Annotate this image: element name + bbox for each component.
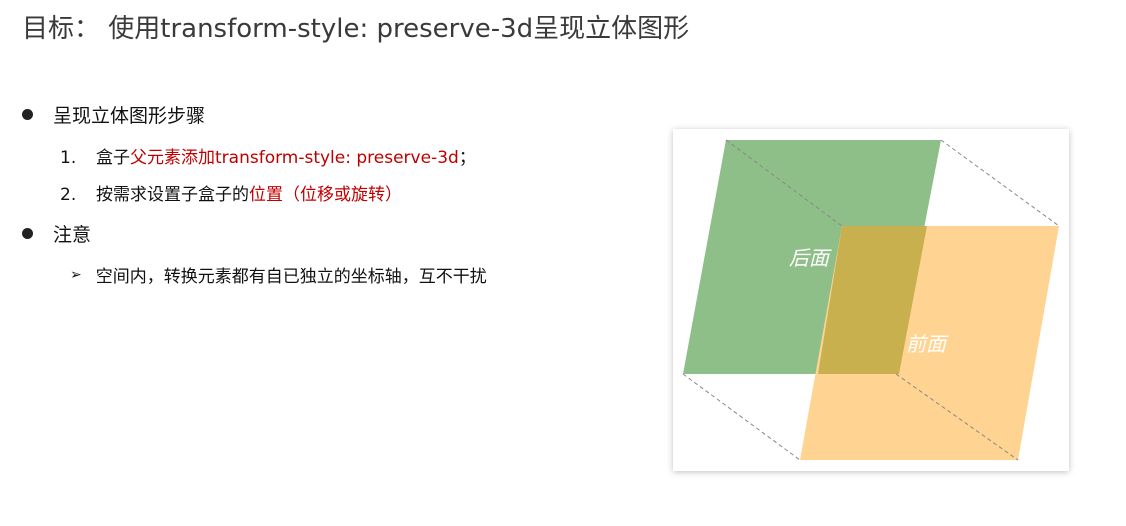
step-punct: ； xyxy=(458,148,476,168)
bullet-steps: 呈现立体图形步骤 xyxy=(22,101,205,128)
note-heading: 注意 xyxy=(53,224,92,246)
front-label: 前面 xyxy=(906,332,949,356)
step-number: 2. xyxy=(60,185,77,205)
note-item: ➢ 空间内，转换元素都有自已独立的坐标轴，互不干扰 xyxy=(70,262,487,288)
dashed-edge-bottom-left xyxy=(682,373,801,461)
step-item-2: 2. 按需求设置子盒子的位置（位移或旋转） xyxy=(60,180,402,205)
back-label: 后面 xyxy=(789,246,832,270)
step-number: 1. xyxy=(60,148,77,168)
step-highlight: 父元素添加transform-style: preserve-3d xyxy=(130,148,459,168)
step-text: 按需求设置子盒子的 xyxy=(96,185,249,205)
cube-diagram: 后面 前面 xyxy=(682,139,1060,461)
dashed-edge-top-right xyxy=(940,139,1060,227)
bullet-dot-icon xyxy=(22,109,33,120)
bullet-note: 注意 xyxy=(22,220,91,247)
note-text: 空间内，转换元素都有自已独立的坐标轴，互不干扰 xyxy=(95,267,487,287)
steps-heading: 呈现立体图形步骤 xyxy=(53,105,206,127)
step-text: 盒子 xyxy=(96,148,130,168)
step-highlight: 位置（位移或旋转） xyxy=(249,185,402,205)
diagram-card: 后面 前面 xyxy=(673,129,1069,471)
bullet-dot-icon xyxy=(22,228,33,239)
page-title: 目标： 使用transform-style: preserve-3d呈现立体图形 xyxy=(22,14,690,44)
arrow-bullet-icon: ➢ xyxy=(70,266,82,283)
step-item-1: 1. 盒子父元素添加transform-style: preserve-3d； xyxy=(60,143,476,168)
